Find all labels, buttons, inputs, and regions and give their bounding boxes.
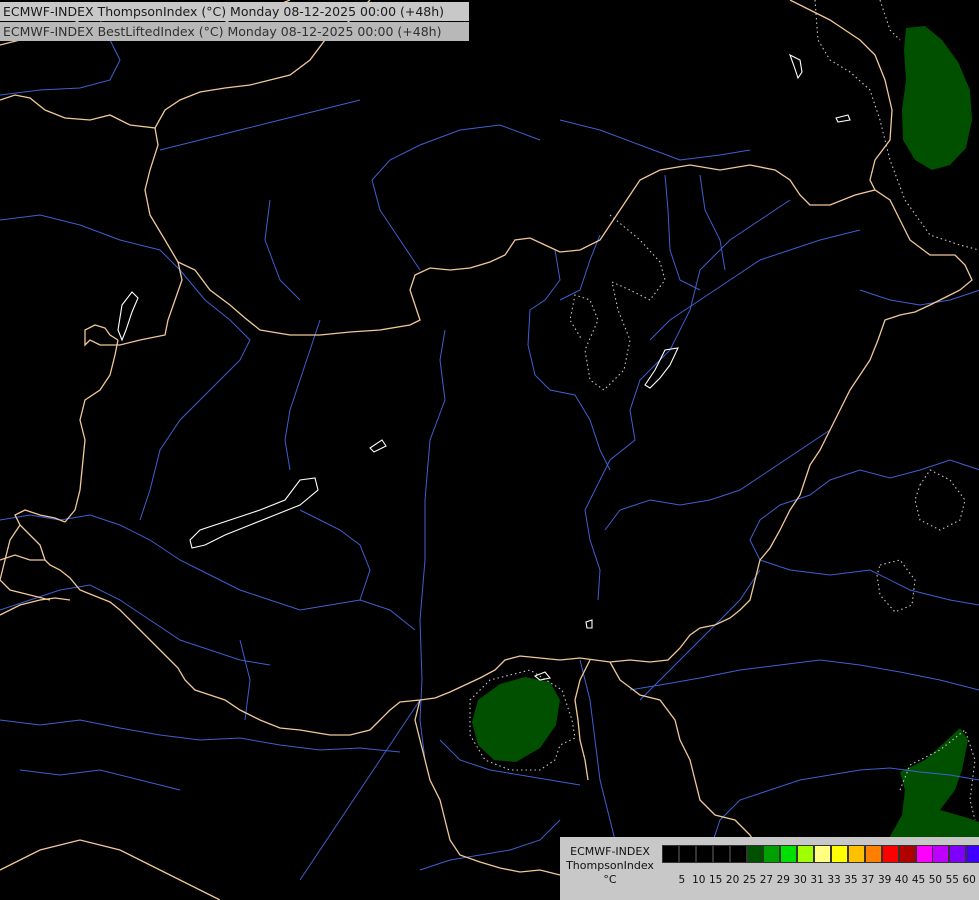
legend-swatch	[966, 845, 979, 863]
legend-swatch	[695, 845, 713, 863]
legend-swatch	[662, 845, 679, 863]
legend-swatch	[847, 845, 865, 863]
legend-swatch	[898, 845, 916, 863]
legend-title: ECMWF-INDEX	[570, 845, 650, 858]
legend-swatch	[797, 845, 815, 863]
map-title-primary: ECMWF-INDEX ThompsonIndex (°C) Monday 08…	[0, 2, 469, 21]
legend-variable: ThompsonIndex	[566, 859, 654, 872]
legend-swatch	[780, 845, 798, 863]
legend-label: ECMWF-INDEX ThompsonIndex °C	[560, 845, 660, 887]
legend-swatch	[864, 845, 882, 863]
legend-tick-label: 60	[962, 874, 976, 886]
legend-swatch	[712, 845, 730, 863]
color-legend: ECMWF-INDEX ThompsonIndex °C 5 10 15 20 25 27…	[560, 837, 979, 900]
map-title-secondary: ECMWF-INDEX BestLiftedIndex (°C) Monday …	[0, 22, 469, 41]
legend-swatch	[763, 845, 781, 863]
legend-swatch	[831, 845, 848, 863]
legend-unit: °C	[603, 873, 617, 886]
legend-swatch	[932, 845, 950, 863]
legend-swatch	[814, 845, 832, 863]
weather-map	[0, 0, 979, 900]
legend-swatch	[746, 845, 764, 863]
legend-swatch	[949, 845, 967, 863]
legend-swatch	[729, 845, 747, 863]
legend-swatch	[678, 845, 696, 863]
legend-swatch	[881, 845, 899, 863]
legend-swatch	[915, 845, 933, 863]
